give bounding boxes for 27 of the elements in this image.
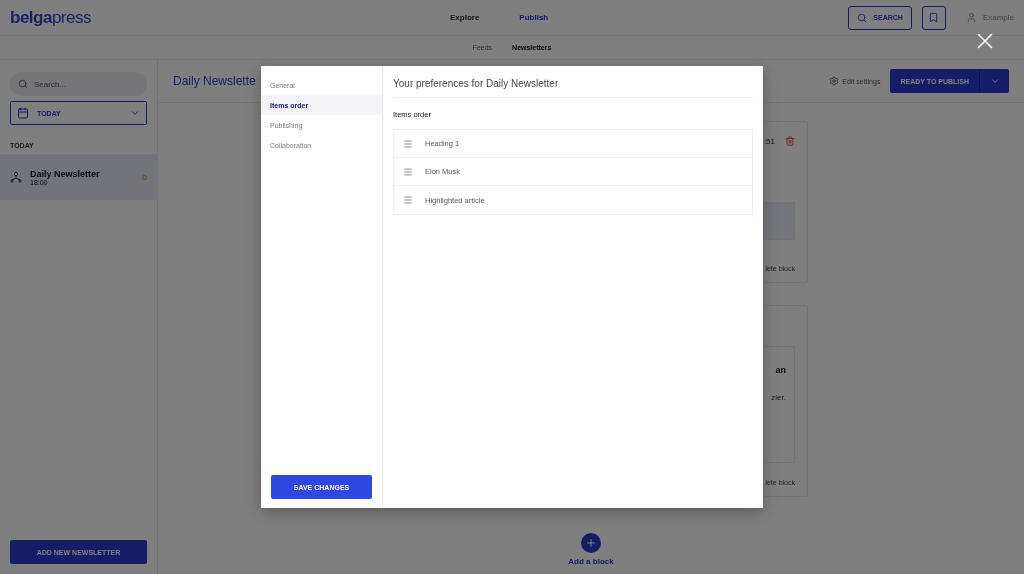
drag-handle-icon[interactable] [403,166,413,177]
article-title: an [775,365,786,375]
article-text: zier. [771,393,786,402]
nav-link[interactable]: Publish [519,13,549,22]
search-icon [18,79,28,89]
bookmark-icon [928,12,940,23]
dialog-title: Your preferences for Daily Newsletter [393,66,753,98]
nav-link[interactable]: Explore [450,13,480,22]
plus-icon [581,533,601,553]
calendar-icon [17,107,29,119]
settings-icon [829,76,840,86]
network-icon [10,171,22,183]
newsletter-title: Daily Newsletter [30,168,101,179]
chevron-down-icon [989,76,1000,86]
search-field[interactable]: Search... [10,72,147,96]
bookmark-button[interactable] [921,5,946,30]
publish-menu-button[interactable] [980,69,1009,93]
search-icon [857,12,868,23]
delete-icon[interactable] [785,136,795,146]
chevron-down-icon [130,108,140,118]
logo[interactable]: belgapress [10,7,450,28]
user-icon [965,12,977,23]
drag-handle-icon[interactable] [403,138,413,149]
newsletter-heading: Daily Newslette [173,74,256,88]
block-time: :51 [763,136,775,146]
drag-handle-icon[interactable] [403,195,413,205]
add-block-link[interactable]: Add a block [568,533,614,566]
